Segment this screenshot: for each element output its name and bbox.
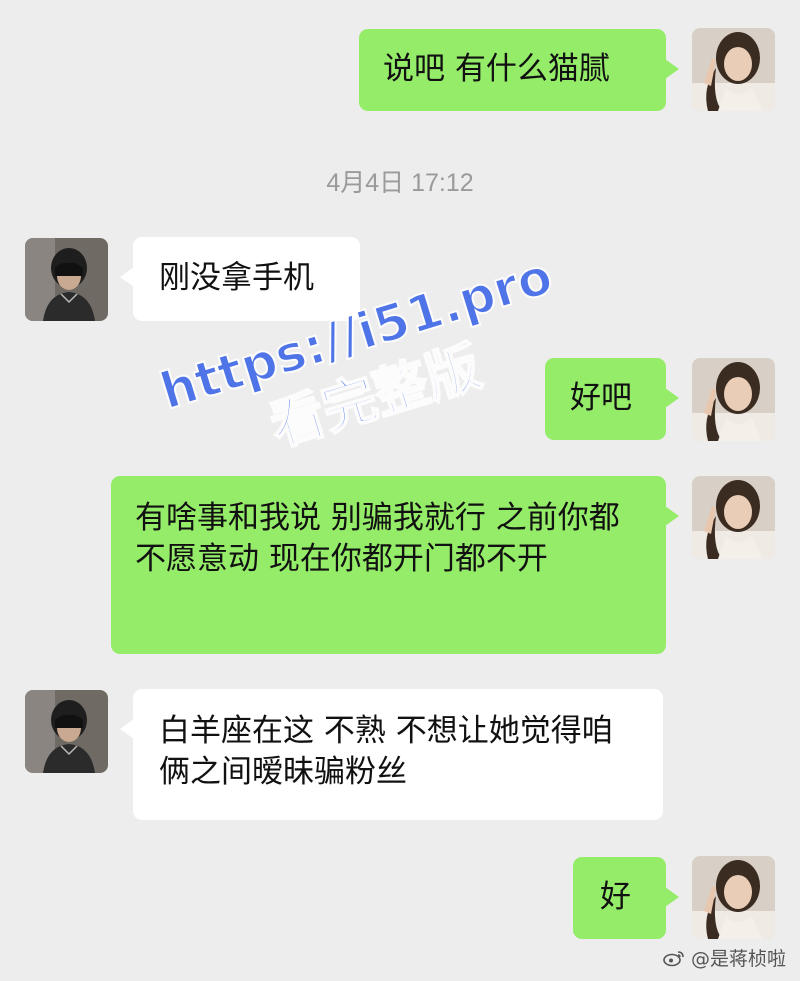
- watermark-subtitle: 看完整版: [262, 334, 489, 459]
- message-bubble-received[interactable]: 白羊座在这 不熟 不想让她觉得咱俩之间暧昧骗粉丝: [120, 689, 663, 820]
- user-avatar-icon: [692, 28, 775, 111]
- contact-avatar-icon: [25, 238, 108, 321]
- user-avatar-icon: [692, 856, 775, 939]
- credit-text: @是蒋桢啦: [690, 948, 786, 970]
- message-bubble-sent[interactable]: 有啥事和我说 别骗我就行 之前你都不愿意动 现在你都开门都不开: [111, 476, 679, 654]
- avatar[interactable]: [692, 856, 775, 939]
- timestamp: 4月4日 17:12: [326, 169, 474, 197]
- contact-avatar-icon: [25, 690, 108, 773]
- message-bubble-received[interactable]: 刚没拿手机: [120, 237, 360, 321]
- message-bubble-sent[interactable]: 说吧 有什么猫腻: [359, 29, 679, 111]
- avatar[interactable]: [25, 690, 108, 773]
- weibo-icon: [663, 950, 684, 966]
- avatar[interactable]: [25, 238, 108, 321]
- user-avatar-icon: [692, 476, 775, 559]
- message-bubble-sent[interactable]: 好: [573, 857, 679, 939]
- message-bubble-sent[interactable]: 好吧: [545, 358, 679, 440]
- avatar[interactable]: [692, 476, 775, 559]
- avatar[interactable]: [692, 358, 775, 441]
- user-avatar-icon: [692, 358, 775, 441]
- avatar[interactable]: [692, 28, 775, 111]
- source-credit: @是蒋桢啦: [663, 944, 786, 971]
